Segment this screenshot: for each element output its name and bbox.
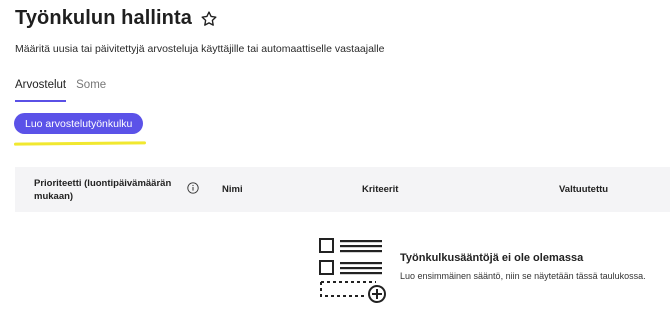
page-title: Työnkulun hallinta xyxy=(15,7,192,29)
info-icon[interactable] xyxy=(187,182,199,194)
column-header-name[interactable]: Nimi xyxy=(222,167,243,212)
create-review-workflow-button[interactable]: Luo arvostelutyönkulku xyxy=(14,113,144,134)
column-header-priority[interactable]: Prioriteetti (luontipäivämäärän mukaan) xyxy=(34,167,184,212)
tab-some[interactable]: Some xyxy=(76,79,106,102)
title-row: Työnkulun hallinta xyxy=(15,7,218,30)
list-add-icon xyxy=(318,237,390,305)
star-icon[interactable] xyxy=(200,10,218,28)
tab-bar: Arvostelut Some xyxy=(15,79,106,102)
column-header-criteria[interactable]: Kriteerit xyxy=(362,167,398,212)
empty-state-title: Työnkulkusääntöjä ei ole olemassa xyxy=(400,252,584,264)
page-subtitle: Määritä uusia tai päivitettyjä arvostelu… xyxy=(15,43,385,55)
column-header-assignee[interactable]: Valtuutettu xyxy=(559,167,608,212)
highlight-underline xyxy=(13,141,147,146)
tab-arvostelut[interactable]: Arvostelut xyxy=(15,79,67,102)
empty-state-description: Luo ensimmäinen sääntö, niin se näytetää… xyxy=(400,271,646,281)
table-header: Prioriteetti (luontipäivämäärän mukaan) … xyxy=(15,167,670,212)
